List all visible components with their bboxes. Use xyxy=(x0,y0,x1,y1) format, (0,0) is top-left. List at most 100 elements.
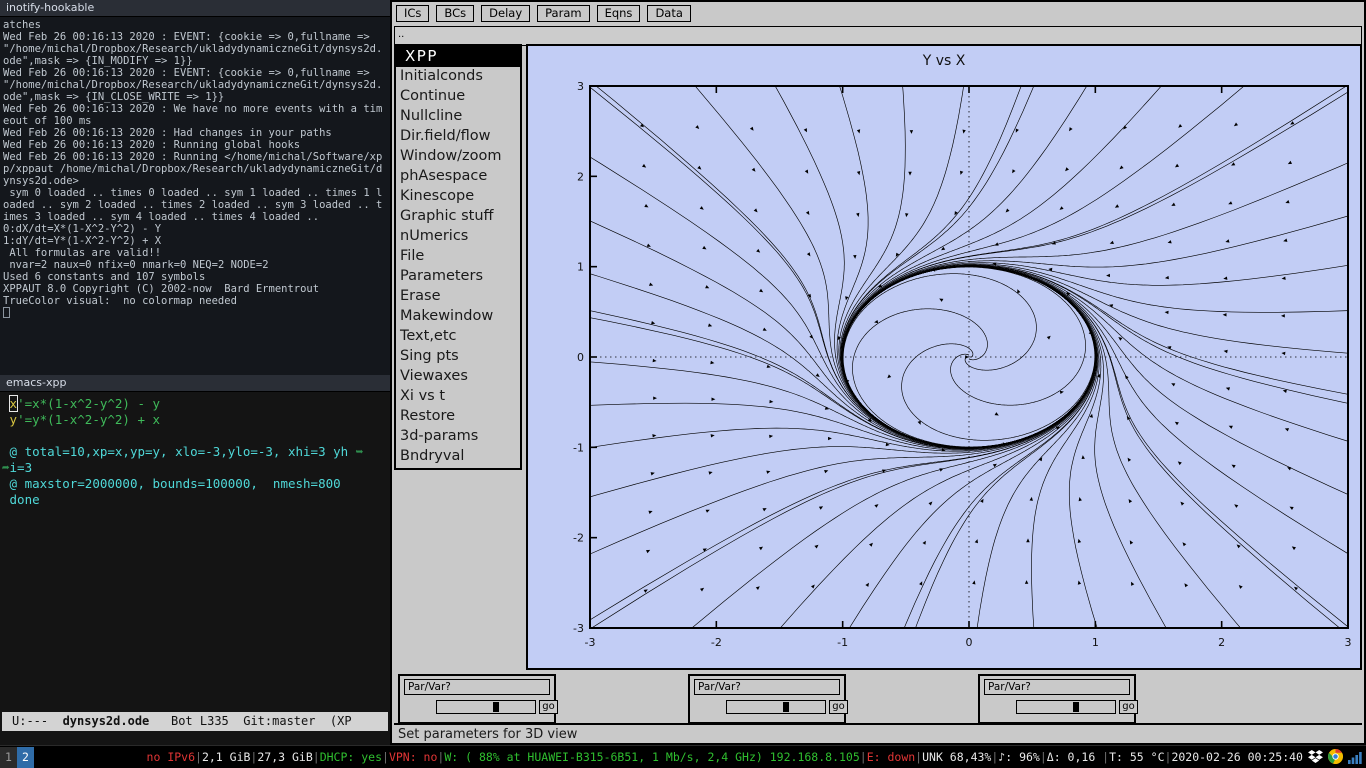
xpp-menu-item-parameters[interactable]: Parameters xyxy=(396,267,520,287)
direction-arrow xyxy=(1178,124,1183,128)
xpp-menu-item-dir-field-flow[interactable]: Dir.field/flow xyxy=(396,127,520,147)
param-slider-1[interactable] xyxy=(436,700,536,714)
xpp-menu-item-xi-vs-t[interactable]: Xi vs t xyxy=(396,387,520,407)
param-slider-knob-3[interactable] xyxy=(1072,702,1079,712)
emacs-buffer-text[interactable]: x'=x*(1-x^2-y^2) - y y'=y*(1-x^2-y^2) + … xyxy=(0,392,390,717)
trajectory xyxy=(841,162,1348,448)
xpp-menu-item-phasespace[interactable]: phAsespace xyxy=(396,167,520,187)
trajectory xyxy=(842,265,1348,448)
trajectory xyxy=(590,266,1096,449)
trajectory xyxy=(842,265,1348,495)
xpp-menu-item-erase[interactable]: Erase xyxy=(396,287,520,307)
direction-arrow xyxy=(814,544,819,549)
direction-arrow xyxy=(974,539,978,544)
xpp-menu-item-makewindow[interactable]: Makewindow xyxy=(396,307,520,327)
inotify-terminal-pane[interactable]: inotify-hookable atches Wed Feb 26 00:16:… xyxy=(0,0,390,375)
xpp-menu-item-graphic-stuff[interactable]: Graphic stuff xyxy=(396,207,520,227)
direction-arrow xyxy=(919,581,923,586)
xpp-menu-item-sing-pts[interactable]: Sing pts xyxy=(396,347,520,367)
direction-arrow xyxy=(1171,383,1176,387)
direction-arrow xyxy=(708,323,713,327)
xpp-menu-item-3d-params[interactable]: 3d-params xyxy=(396,427,520,447)
direction-arrow xyxy=(1046,335,1051,340)
direction-arrow xyxy=(1005,208,1010,213)
xpp-toolbar-ics[interactable]: ICs xyxy=(396,5,430,22)
phase-plane-plot-frame[interactable]: Y vs X -3 -2 -1 0 1 2 3 -3 -2 -1 0 1 2 3 xyxy=(526,44,1362,670)
direction-arrow xyxy=(650,472,655,476)
x-tick-label: -3 xyxy=(585,636,596,649)
trajectory xyxy=(842,266,1098,628)
status-separator: | xyxy=(1039,750,1047,764)
plot-canvas[interactable]: -3 -2 -1 0 1 2 3 -3 -2 -1 0 1 2 3 xyxy=(528,72,1360,668)
direction-arrow xyxy=(699,206,704,210)
xpp-menu-item-numerics[interactable]: nUmerics xyxy=(396,227,520,247)
direction-arrow xyxy=(1029,496,1033,501)
xpp-menu-item-continue[interactable]: Continue xyxy=(396,87,520,107)
direction-arrow xyxy=(1059,206,1064,210)
param-box-1[interactable]: Par/Var? go xyxy=(398,674,558,724)
param-box-3[interactable]: Par/Var? go xyxy=(978,674,1138,724)
trajectory xyxy=(842,262,1348,448)
xpp-menu-item-file[interactable]: File xyxy=(396,247,520,267)
workspace-button-1[interactable]: 1 xyxy=(0,747,17,768)
xpp-menu-item-nullcline[interactable]: Nullcline xyxy=(396,107,520,127)
modeline-filename: dynsys2d.ode xyxy=(62,714,150,728)
terminal-line: atches xyxy=(3,19,41,31)
direction-arrow xyxy=(909,130,914,134)
xpp-toolbar-delay[interactable]: Delay xyxy=(481,5,531,22)
param-var-field-1[interactable]: Par/Var? xyxy=(404,679,550,695)
trajectory xyxy=(841,86,1162,448)
trajectory xyxy=(842,265,1348,448)
workspace-button-2[interactable]: 2 xyxy=(17,747,34,768)
direction-arrow xyxy=(753,208,758,213)
param-slider-3[interactable] xyxy=(1016,700,1116,714)
direction-arrow xyxy=(1164,310,1169,315)
direction-arrow xyxy=(705,285,710,289)
param-box-2[interactable]: Par/Var? go xyxy=(688,674,848,724)
direction-arrow xyxy=(1294,586,1298,591)
param-go-button-1[interactable]: go xyxy=(539,700,558,714)
xpp-menu-item-restore[interactable]: Restore xyxy=(396,407,520,427)
param-slider-knob-2[interactable] xyxy=(782,702,789,712)
signal-bars-icon[interactable] xyxy=(1348,749,1362,768)
direction-arrow xyxy=(874,320,879,324)
xpp-menu-item-initialconds[interactable]: Initialconds xyxy=(396,67,520,87)
direction-arrow xyxy=(1291,546,1296,551)
xpp-menu-item-kinescope[interactable]: Kinescope xyxy=(396,187,520,207)
xpp-menu-item-viewaxes[interactable]: Viewaxes xyxy=(396,367,520,387)
param-go-button-2[interactable]: go xyxy=(829,700,848,714)
param-slider-2[interactable] xyxy=(726,700,826,714)
xpp-command-menu: XPP Initialconds Continue Nullcline Dir.fie… xyxy=(394,44,522,470)
direction-arrow xyxy=(651,321,656,325)
xpp-toolbar-data[interactable]: Data xyxy=(647,5,691,22)
xpp-menu-item-bndryval[interactable]: Bndryval xyxy=(396,447,520,467)
trajectory xyxy=(842,264,1348,448)
direction-arrow xyxy=(1124,375,1129,380)
xpp-menu-item-text-etc[interactable]: Text,etc xyxy=(396,327,520,347)
direction-arrow xyxy=(1114,204,1120,208)
param-slider-knob-1[interactable] xyxy=(492,702,499,712)
xpp-toolbar-eqns[interactable]: Eqns xyxy=(596,5,641,22)
direction-arrow xyxy=(1118,337,1123,341)
param-go-button-3[interactable]: go xyxy=(1119,700,1138,714)
y-tick-label: -2 xyxy=(573,532,584,545)
param-var-field-2[interactable]: Par/Var? xyxy=(694,679,840,695)
direction-arrow xyxy=(962,129,966,134)
modeline-vc-branch: Git:master xyxy=(243,714,316,728)
direction-arrow xyxy=(815,373,820,377)
chrome-icon[interactable] xyxy=(1328,749,1343,768)
xpp-menu-item-window-zoom[interactable]: Window/zoom xyxy=(396,147,520,167)
status-separator: | xyxy=(382,750,389,764)
xppaut-main-window: ICs BCs Delay Param Eqns Data .. XPP Initialc… xyxy=(390,0,1366,745)
param-var-field-3[interactable]: Par/Var? xyxy=(984,679,1130,695)
direction-arrow xyxy=(1238,585,1243,589)
emacs-pane[interactable]: emacs-xpp x'=x*(1-x^2-y^2) - y y'=y*(1-x… xyxy=(0,375,390,745)
direction-arrow xyxy=(1081,455,1085,459)
direction-arrow xyxy=(702,245,707,250)
workspace-list: 12 xyxy=(0,747,34,768)
dropbox-icon[interactable] xyxy=(1308,749,1323,768)
xpp-toolbar-param[interactable]: Param xyxy=(537,5,590,22)
xpp-toolbar-bcs[interactable]: BCs xyxy=(436,5,475,22)
direction-arrow xyxy=(758,546,763,551)
direction-arrow xyxy=(1171,202,1176,206)
